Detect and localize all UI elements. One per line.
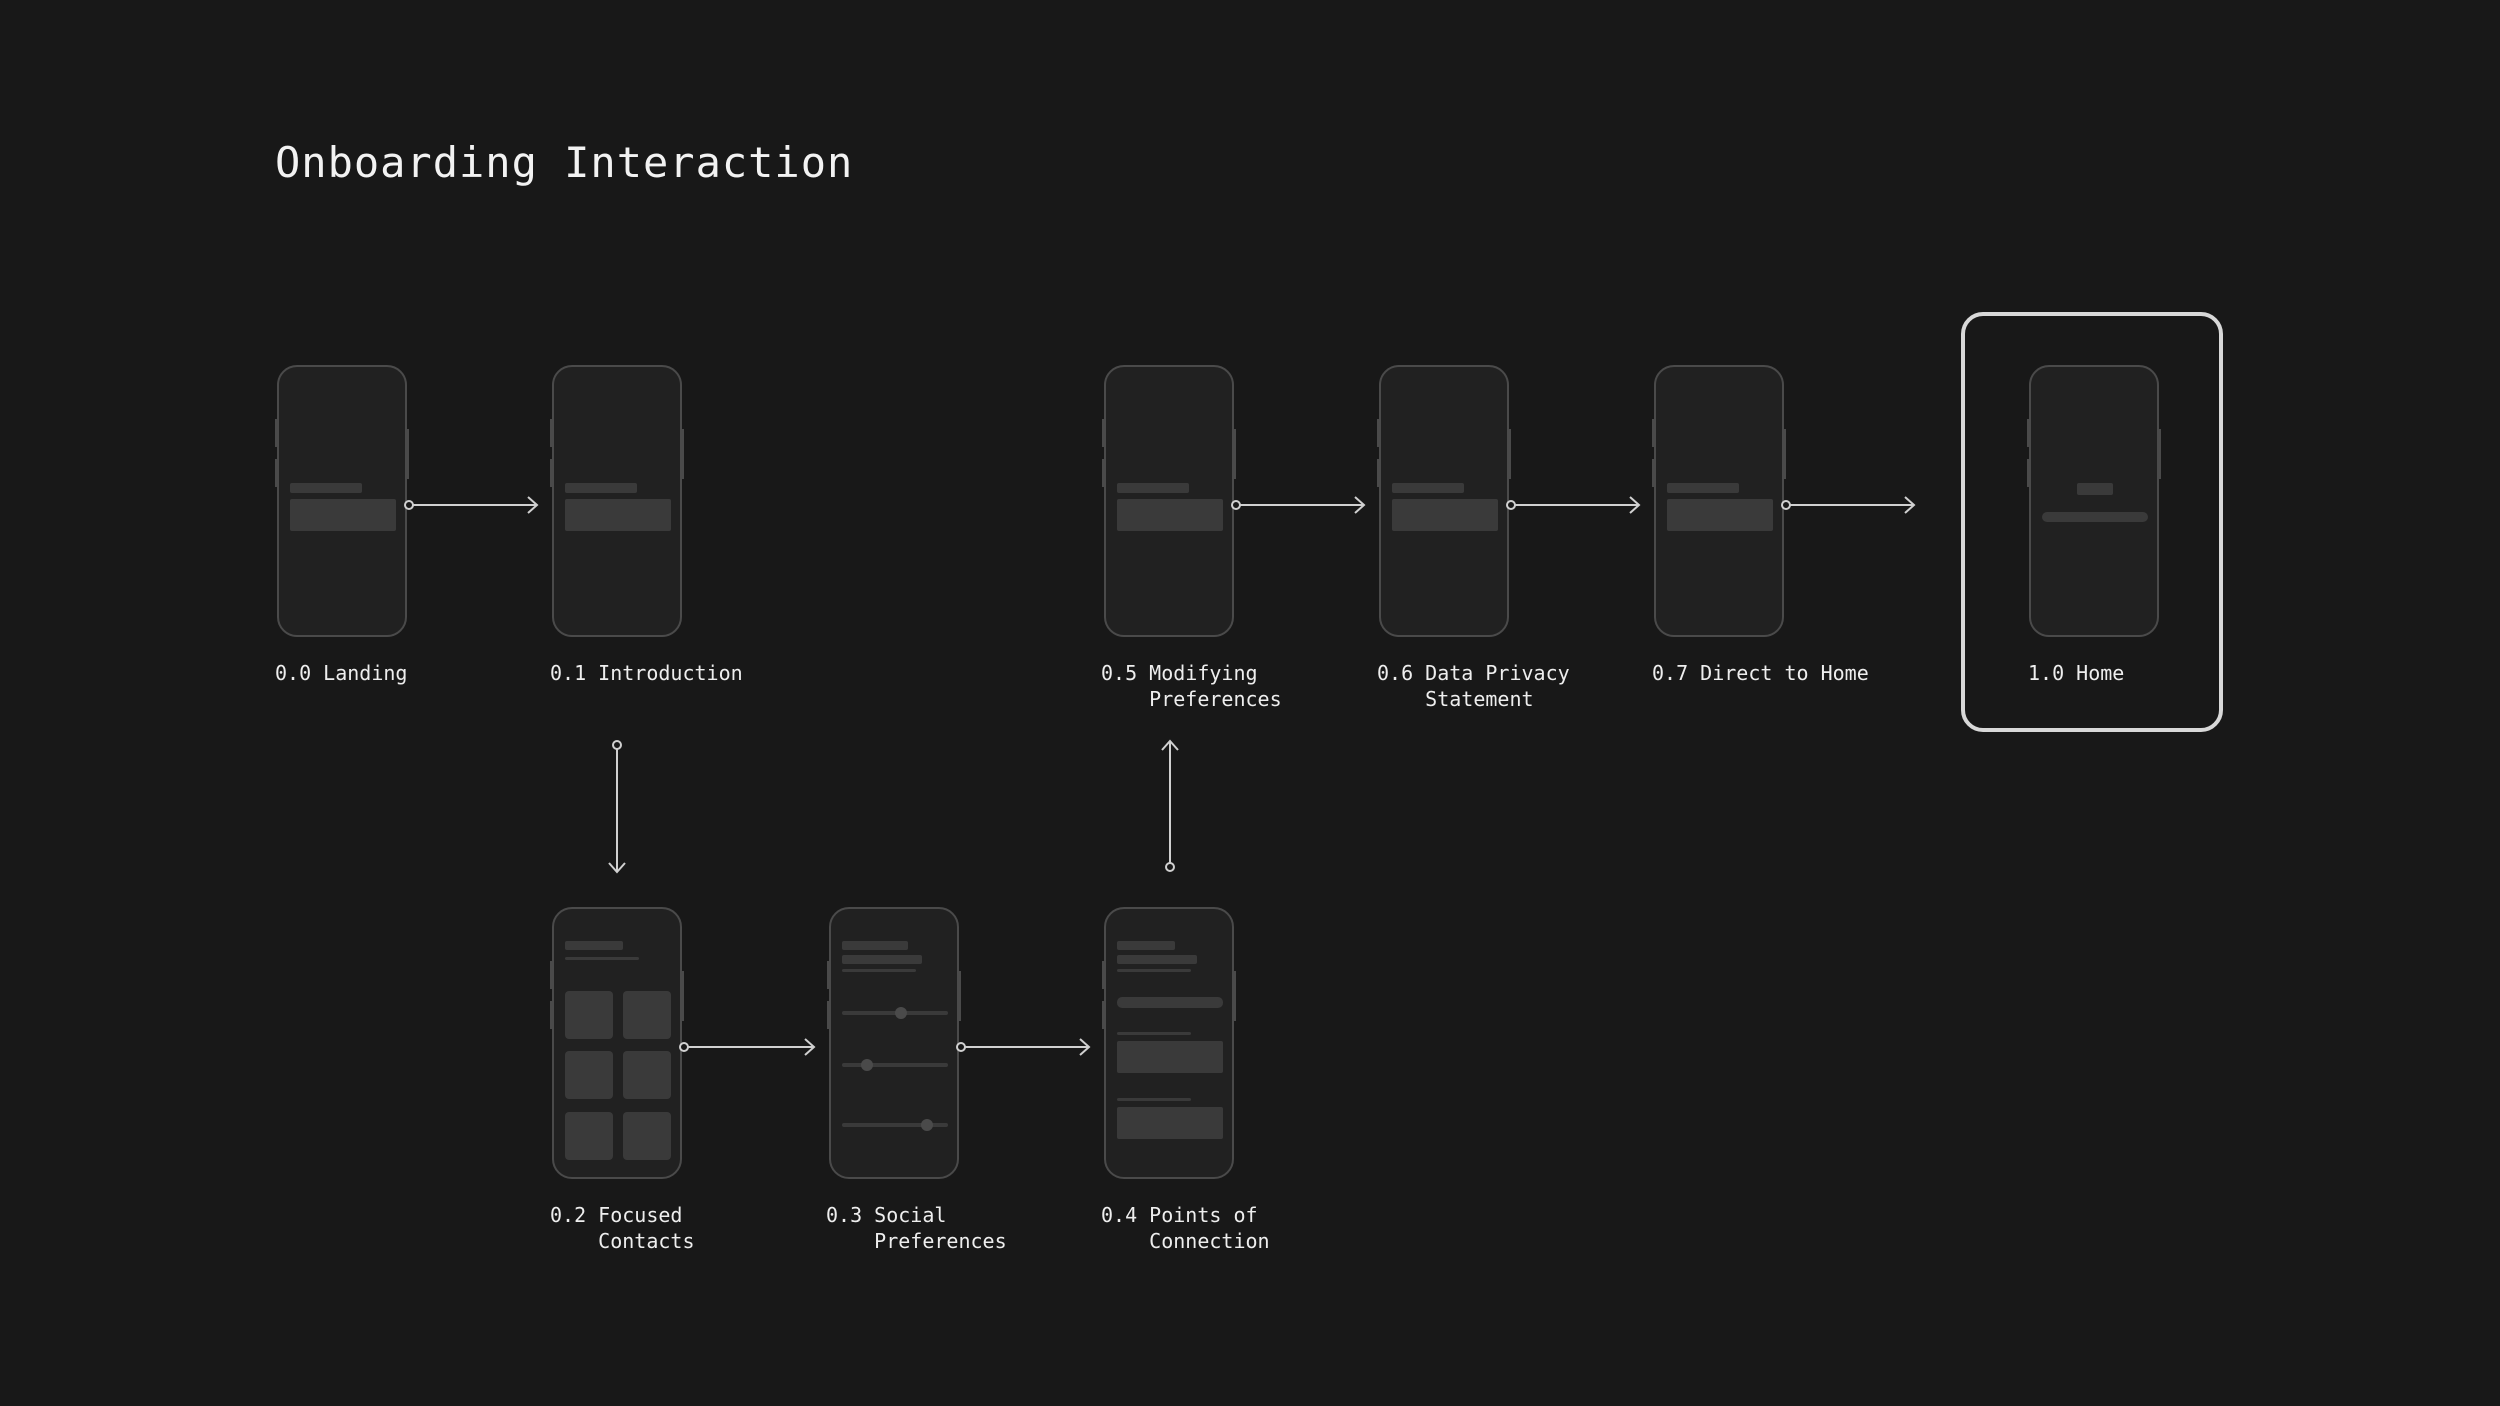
label-home: 1.0 Home [2028, 661, 2125, 685]
label-data-privacy: 0.6 Data Privacy Statement [1377, 661, 1570, 711]
label-direct-to-home: 0.7 Direct to Home [1652, 661, 1869, 685]
label-focused-contacts: 0.2 Focused Contacts [550, 1203, 695, 1253]
label-modifying-preferences: 0.5 Modifying Preferences [1101, 661, 1282, 711]
label-introduction: 0.1 Introduction [550, 661, 743, 685]
label-points-of-connection: 0.4 Points of Connection [1101, 1203, 1270, 1253]
connector-dot [404, 500, 414, 510]
label-landing: 0.0 Landing [275, 661, 408, 685]
label-social-preferences: 0.3 Social Preferences [826, 1203, 1007, 1253]
